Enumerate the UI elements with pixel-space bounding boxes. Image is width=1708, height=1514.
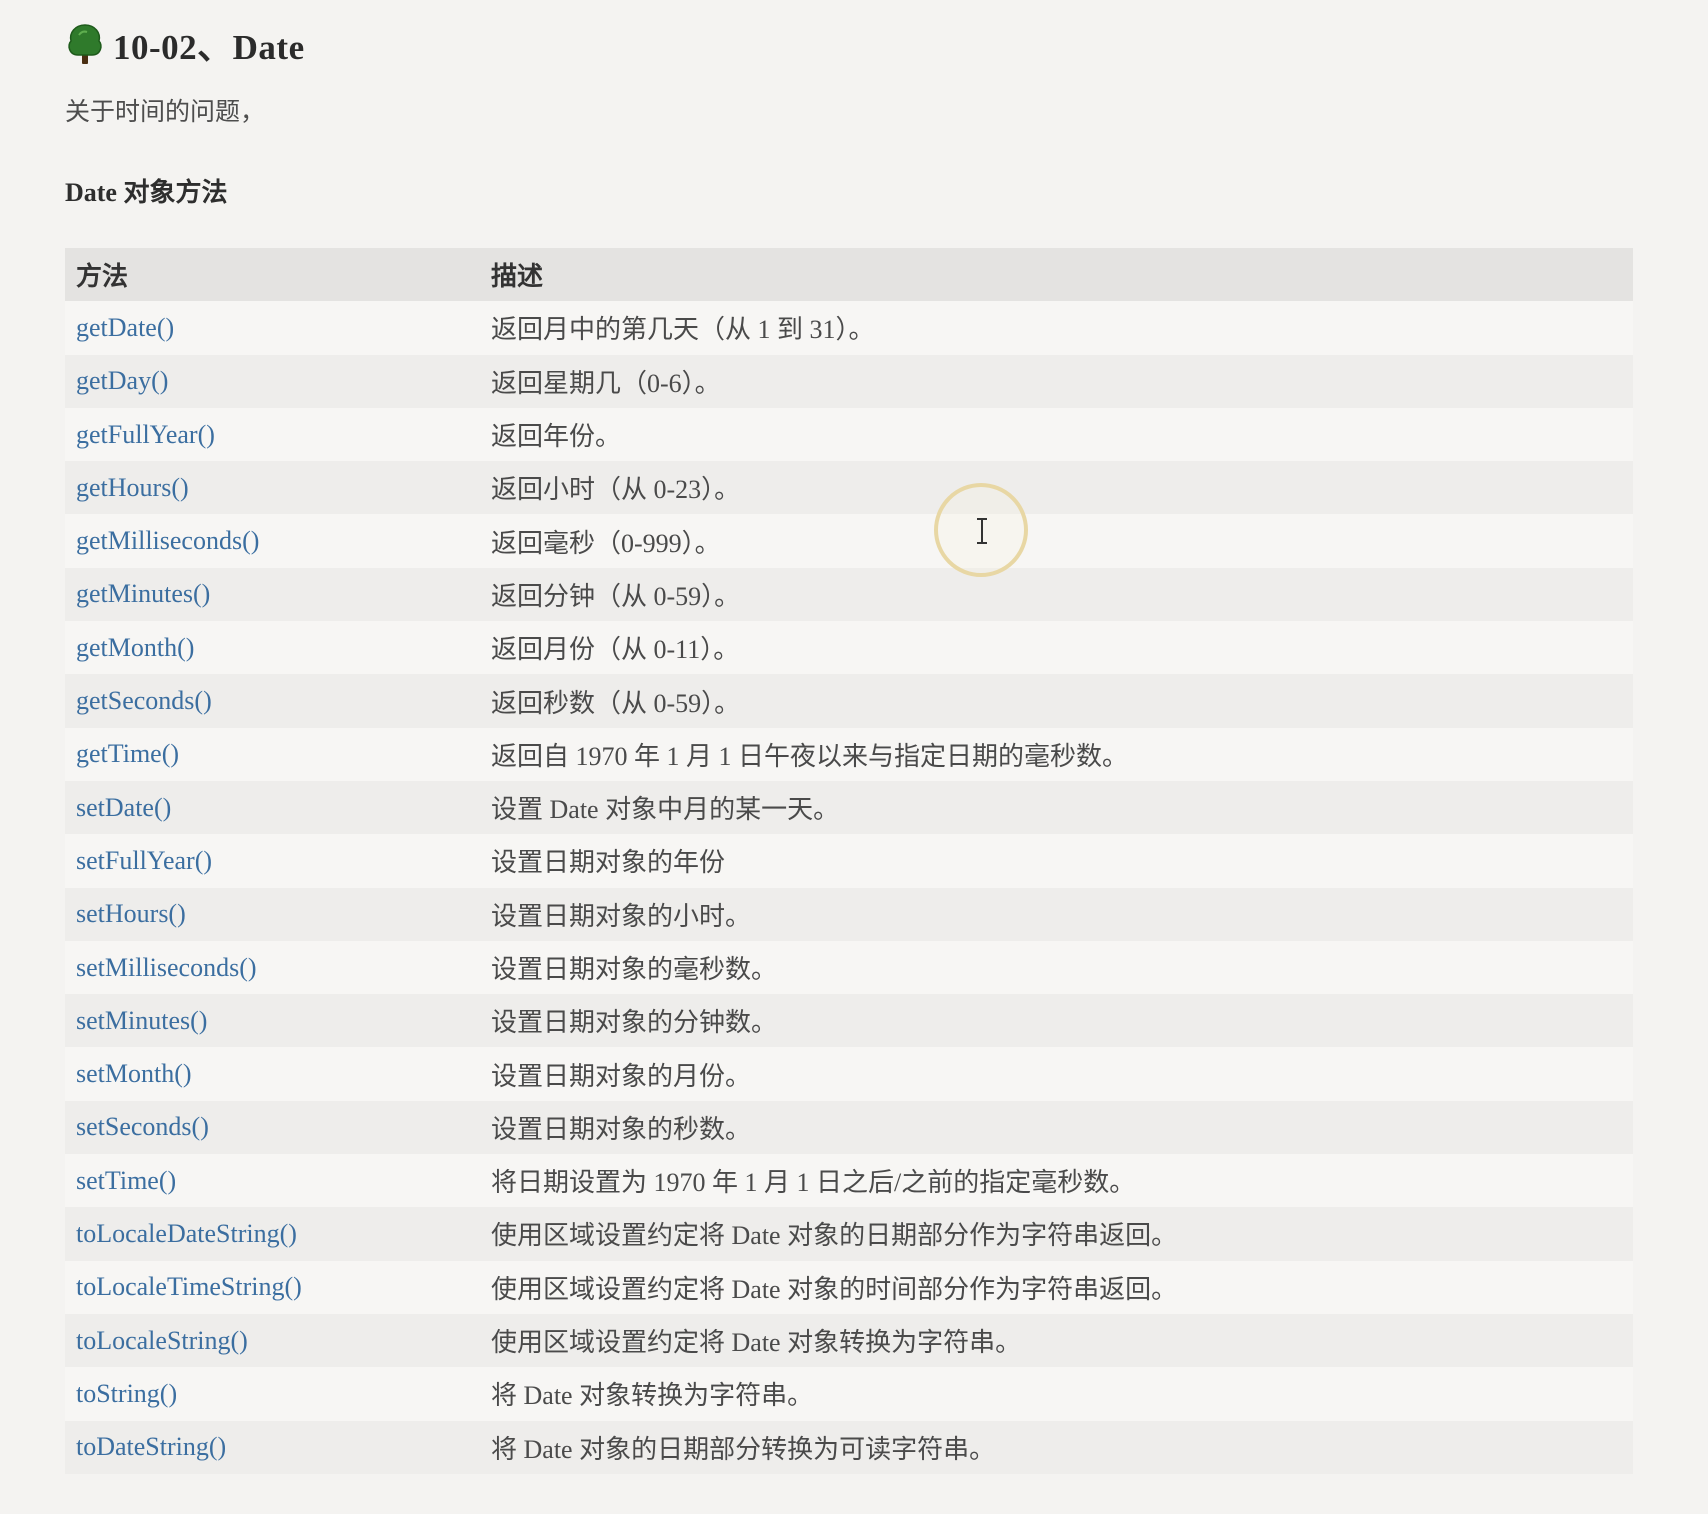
method-link[interactable]: toLocaleDateString(): [76, 1219, 297, 1248]
method-link[interactable]: setTime(): [76, 1166, 176, 1195]
table-row: getSeconds() 返回秒数（从 0-59）。: [65, 674, 1633, 728]
method-link[interactable]: getMonth(): [76, 633, 194, 662]
section-title: Date 对象方法: [65, 178, 228, 207]
method-description: 返回月中的第几天（从 1 到 31）。: [491, 315, 875, 345]
method-link[interactable]: setFullYear(): [76, 846, 212, 875]
method-description: 将日期设置为 1970 年 1 月 1 日之后/之前的指定毫秒数。: [491, 1168, 1136, 1198]
method-description: 返回自 1970 年 1 月 1 日午夜以来与指定日期的毫秒数。: [491, 741, 1129, 771]
intro-text: 关于时间的问题，: [65, 99, 266, 126]
method-link[interactable]: getFullYear(): [76, 420, 215, 449]
method-description: 使用区域设置约定将 Date 对象的时间部分作为字符串返回。: [491, 1274, 1178, 1304]
table-row: toLocaleTimeString() 使用区域设置约定将 Date 对象的时…: [65, 1260, 1633, 1314]
method-link[interactable]: getDay(): [76, 366, 168, 395]
method-link[interactable]: toString(): [76, 1379, 177, 1408]
method-link[interactable]: getMilliseconds(): [76, 526, 259, 555]
method-description: 设置 Date 对象中月的某一天。: [491, 795, 840, 825]
table-row: getTime() 返回自 1970 年 1 月 1 日午夜以来与指定日期的毫秒…: [65, 727, 1633, 781]
table-row: getDate() 返回月中的第几天（从 1 到 31）。: [65, 301, 1633, 355]
method-link[interactable]: toDateString(): [76, 1432, 226, 1461]
table-row: getMilliseconds() 返回毫秒（0-999）。: [65, 514, 1633, 568]
method-description: 设置日期对象的秒数。: [491, 1114, 752, 1144]
table-row: setMilliseconds() 设置日期对象的毫秒数。: [65, 940, 1633, 995]
page-header: 10-02、Date: [65, 18, 305, 70]
table-row: setMonth() 设置日期对象的月份。: [65, 1047, 1633, 1101]
table-row: setFullYear() 设置日期对象的年份: [65, 834, 1633, 888]
method-link[interactable]: setMinutes(): [76, 1006, 207, 1035]
method-description: 返回秒数（从 0-59）。: [491, 688, 741, 718]
method-link[interactable]: getTime(): [76, 739, 179, 768]
table-row: getHours() 返回小时（从 0-23）。: [65, 461, 1633, 515]
method-link[interactable]: setSeconds(): [76, 1112, 209, 1141]
method-link[interactable]: getSeconds(): [76, 686, 212, 715]
method-description: 返回星期几（0-6）。: [491, 368, 721, 398]
date-methods-table: 方法 描述 getDate() 返回月中的第几天（从 1 到 31）。 getD…: [65, 248, 1633, 1474]
method-description: 设置日期对象的分钟数。: [491, 1008, 778, 1038]
method-link[interactable]: setMonth(): [76, 1059, 192, 1088]
page-title: 10-02、Date: [113, 27, 305, 67]
table-row: getMinutes() 返回分钟（从 0-59）。: [65, 567, 1633, 622]
table-row: setTime() 将日期设置为 1970 年 1 月 1 日之后/之前的指定毫…: [65, 1154, 1633, 1208]
method-link[interactable]: getMinutes(): [76, 579, 210, 608]
method-link[interactable]: setMilliseconds(): [76, 953, 257, 982]
table-row: toString() 将 Date 对象转换为字符串。: [65, 1367, 1633, 1421]
method-description: 将 Date 对象转换为字符串。: [491, 1381, 814, 1411]
method-description: 返回月份（从 0-11）。: [491, 635, 740, 665]
method-description: 设置日期对象的小时。: [491, 901, 752, 931]
table-row: toLocaleDateString() 使用区域设置约定将 Date 对象的日…: [65, 1207, 1633, 1261]
method-link[interactable]: getHours(): [76, 473, 189, 502]
method-description: 返回小时（从 0-23）。: [491, 475, 741, 505]
column-header-method: 方法: [76, 262, 129, 292]
column-header-description: 描述: [491, 262, 544, 292]
method-description: 返回毫秒（0-999）。: [491, 528, 721, 558]
table-row: toLocaleString() 使用区域设置约定将 Date 对象转换为字符串…: [65, 1313, 1633, 1368]
table-row: setHours() 设置日期对象的小时。: [65, 887, 1633, 941]
table-row: setDate() 设置 Date 对象中月的某一天。: [65, 780, 1633, 835]
method-description: 设置日期对象的毫秒数。: [491, 955, 778, 984]
table-header-row: 方法 描述: [65, 248, 1633, 302]
method-description: 设置日期对象的月份。: [491, 1061, 752, 1091]
text-cursor-icon: [975, 517, 989, 545]
table-row: getMonth() 返回月份（从 0-11）。: [65, 621, 1633, 675]
method-description: 将 Date 对象的日期部分转换为可读字符串。: [491, 1434, 996, 1464]
method-description: 使用区域设置约定将 Date 对象的日期部分作为字符串返回。: [491, 1221, 1178, 1251]
method-description: 返回分钟（从 0-59）。: [491, 581, 741, 611]
method-link[interactable]: setDate(): [76, 793, 171, 822]
method-description: 返回年份。: [491, 422, 622, 452]
table-row: getFullYear() 返回年份。: [65, 407, 1633, 462]
table-row: setMinutes() 设置日期对象的分钟数。: [65, 994, 1633, 1048]
method-link[interactable]: toLocaleTimeString(): [76, 1272, 302, 1301]
method-link[interactable]: getDate(): [76, 313, 174, 342]
method-description: 使用区域设置约定将 Date 对象转换为字符串。: [491, 1328, 1022, 1358]
table-row: getDay() 返回星期几（0-6）。: [65, 354, 1633, 408]
tree-icon: [65, 23, 105, 65]
table-row: toDateString() 将 Date 对象的日期部分转换为可读字符串。: [65, 1420, 1633, 1474]
method-link[interactable]: setHours(): [76, 899, 186, 928]
method-description: 设置日期对象的年份: [491, 848, 726, 878]
table-row: setSeconds() 设置日期对象的秒数。: [65, 1100, 1633, 1155]
method-link[interactable]: toLocaleString(): [76, 1326, 248, 1355]
